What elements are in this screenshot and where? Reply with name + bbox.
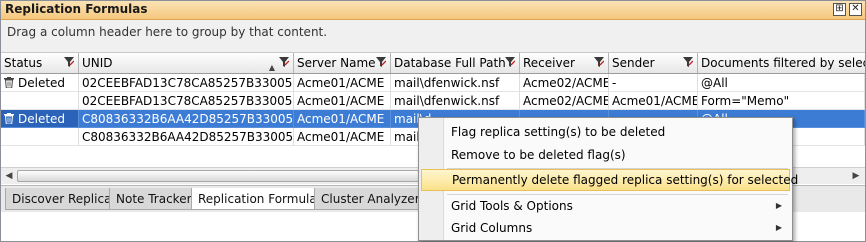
path-cell: mail\dfenwick.nsf	[391, 74, 520, 92]
trash-icon	[4, 111, 14, 125]
server-cell: Acme01/ACME	[294, 110, 391, 128]
column-header-documents-filtered[interactable]: Documents filtered by selection	[698, 53, 865, 73]
scrollbar-thumb[interactable]	[17, 170, 419, 182]
sort-ascending-icon: ▲	[268, 63, 275, 72]
docs-cell: @All	[698, 74, 865, 92]
unid-cell: C80836332B6AA42D85257B33005D21DC	[79, 110, 294, 128]
filter-icon[interactable]	[594, 57, 605, 68]
tab-cluster-analyzer[interactable]: Cluster Analyzer	[314, 188, 427, 210]
column-label: Database Full Path	[394, 56, 506, 70]
menu-item-grid-tools[interactable]: Grid Tools & Options ▶	[421, 195, 790, 217]
column-label: UNID	[82, 56, 113, 70]
panel-title-bar: Replication Formulas ⊞ ✕	[1, 1, 865, 20]
column-label: Server Name	[297, 56, 376, 70]
scroll-left-icon[interactable]: ◀	[2, 170, 16, 182]
panel-title: Replication Formulas	[5, 2, 148, 16]
column-header-receiver[interactable]: Receiver	[520, 53, 609, 73]
submenu-arrow-icon: ▶	[775, 201, 782, 210]
column-header-unid[interactable]: UNID ▲	[79, 53, 294, 73]
server-cell: Acme01/ACME	[294, 128, 391, 146]
column-header-sender[interactable]: Sender	[609, 53, 698, 73]
status-cell: Deleted	[1, 74, 79, 92]
tab-discover-replicas[interactable]: Discover Replicas	[5, 188, 125, 210]
grid-header: Status UNID ▲ Server Name Database Full	[1, 53, 865, 74]
tab-note-tracker[interactable]: Note Tracker	[109, 188, 199, 210]
menu-item-permanently-delete[interactable]: Permanently delete flagged replica setti…	[421, 169, 798, 191]
sender-cell: -	[609, 74, 698, 92]
group-by-area[interactable]: Drag a column header here to group by th…	[1, 20, 865, 53]
table-row[interactable]: 02CEEBFAD13C78CA85257B33005D2252 Acme01/…	[1, 92, 865, 110]
filter-icon[interactable]	[505, 57, 516, 68]
table-row[interactable]: Deleted 02CEEBFAD13C78CA85257B33005D2252…	[1, 74, 865, 92]
server-cell: Acme01/ACME	[294, 92, 391, 110]
group-hint-text: Drag a column header here to group by th…	[7, 25, 328, 39]
pin-icon[interactable]: ⊞	[833, 3, 846, 16]
status-text: Deleted	[18, 112, 66, 126]
column-label: Status	[4, 56, 43, 70]
filter-icon[interactable]	[279, 57, 290, 68]
column-header-server-name[interactable]: Server Name	[294, 53, 391, 73]
context-menu: Flag replica setting(s) to be deleted Re…	[418, 117, 798, 241]
status-text: Deleted	[18, 76, 66, 90]
menu-item-grid-columns[interactable]: Grid Columns ▶	[421, 217, 790, 239]
unid-cell: 02CEEBFAD13C78CA85257B33005D2252	[79, 74, 294, 92]
column-label: Sender	[612, 56, 655, 70]
column-label: Receiver	[523, 56, 575, 70]
path-cell: mail\dfenwick.nsf	[391, 92, 520, 110]
menu-item-flag-to-delete[interactable]: Flag replica setting(s) to be deleted	[421, 121, 790, 143]
filter-icon[interactable]	[376, 57, 387, 68]
filter-icon[interactable]	[64, 57, 75, 68]
column-header-database-path[interactable]: Database Full Path	[391, 53, 520, 73]
submenu-arrow-icon: ▶	[775, 223, 782, 232]
unid-cell: C80836332B6AA42D85257B33005D21DC	[79, 128, 294, 146]
tab-replication-formulas[interactable]: Replication Formulas	[191, 188, 330, 210]
status-cell	[1, 92, 79, 110]
status-cell	[1, 128, 79, 146]
status-cell: Deleted	[1, 110, 79, 128]
menu-item-label: Grid Tools & Options	[451, 199, 573, 213]
menu-item-remove-delete-flag[interactable]: Remove to be deleted flag(s)	[421, 144, 790, 166]
server-cell: Acme01/ACME	[294, 74, 391, 92]
menu-item-label: Grid Columns	[451, 221, 533, 235]
receiver-cell: Acme02/ACME	[520, 92, 609, 110]
column-header-status[interactable]: Status	[1, 53, 79, 73]
trash-icon	[4, 75, 14, 89]
close-icon[interactable]: ✕	[849, 3, 862, 16]
column-label: Documents filtered by selection	[701, 56, 865, 70]
scroll-right-icon[interactable]: ▶	[849, 170, 863, 182]
receiver-cell: Acme02/ACME	[520, 74, 609, 92]
sender-cell: Acme01/ACME	[609, 92, 698, 110]
docs-cell: Form="Memo"	[698, 92, 865, 110]
filter-icon[interactable]	[683, 57, 694, 68]
unid-cell: 02CEEBFAD13C78CA85257B33005D2252	[79, 92, 294, 110]
